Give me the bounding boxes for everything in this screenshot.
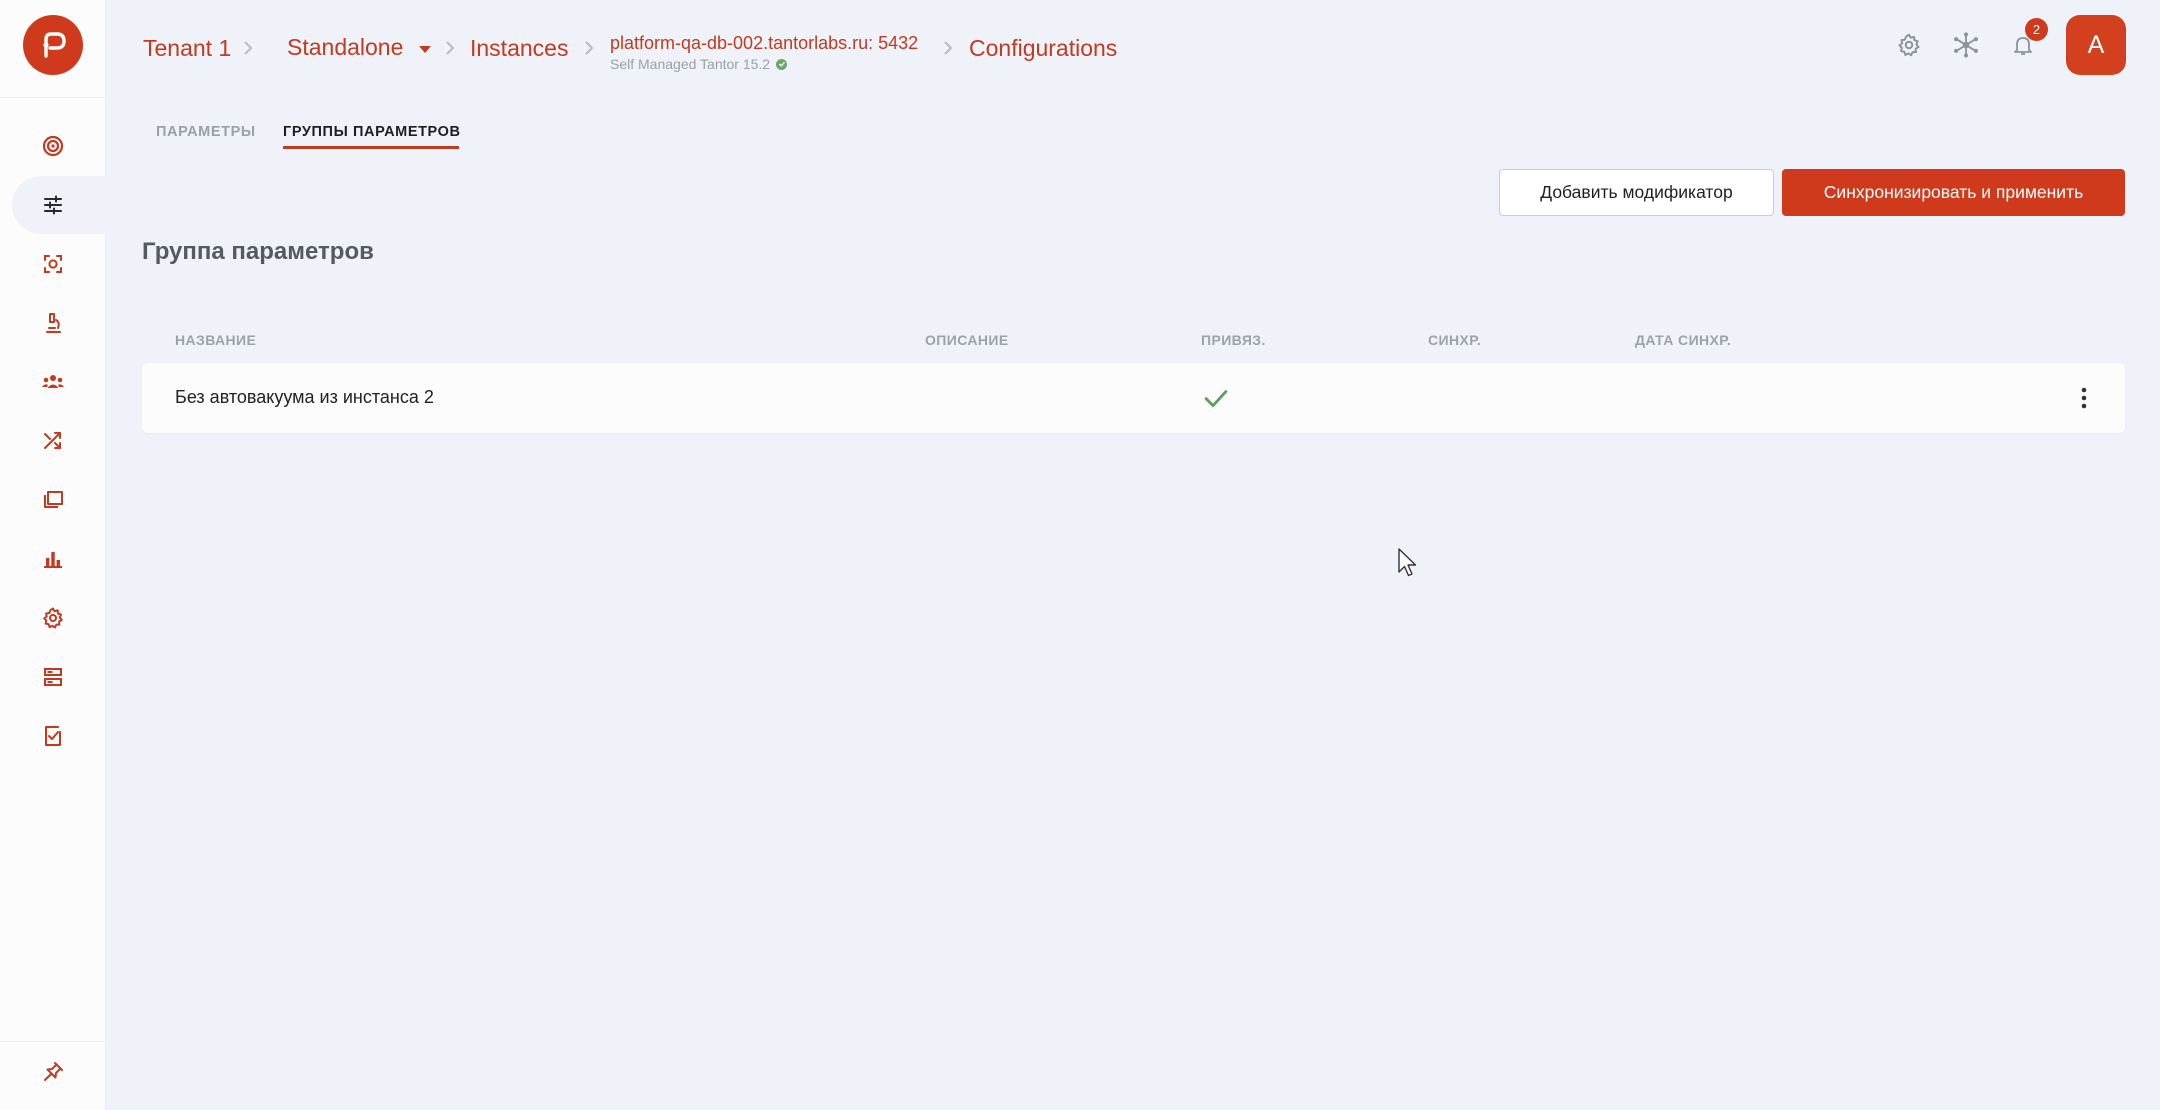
sidebar-item-checklist[interactable] (12, 707, 106, 765)
shuffle-icon (44, 432, 61, 449)
folders-icon (44, 491, 63, 508)
breadcrumb-instance[interactable]: platform-qa-db-002.tantorlabs.ru: 5432 (610, 33, 918, 54)
scan-icon (44, 255, 62, 273)
settings-icon[interactable] (1891, 27, 1927, 63)
table-row[interactable]: Без автовакуума из инстанса 2 (142, 363, 2125, 433)
row-name: Без автовакуума из инстанса 2 (175, 387, 434, 407)
logo-icon[interactable] (23, 15, 83, 75)
instance-version-label: Self Managed Tantor 15.2 (610, 56, 771, 72)
avatar[interactable]: A (2066, 15, 2126, 75)
sidebar-item-charts[interactable] (12, 530, 106, 588)
sidebar-divider (0, 1041, 106, 1042)
sidebar-item-configurations[interactable] (12, 176, 106, 234)
sidebar-item-analysis[interactable] (12, 294, 106, 352)
instance-version: Self Managed Tantor 15.2 (610, 56, 788, 72)
microscope-icon (46, 313, 61, 333)
check-icon (1204, 390, 1228, 407)
chevron-right-icon (244, 41, 253, 55)
column-header-synced[interactable]: СИНХР. (1428, 332, 1481, 348)
sidebar-item-servers[interactable] (12, 648, 106, 706)
bar-chart-icon (44, 552, 62, 568)
row-menu-icon[interactable] (2069, 383, 2099, 413)
sidebar (0, 0, 106, 1110)
caret-down-icon (418, 45, 431, 53)
checklist-icon (45, 726, 61, 746)
target-icon (42, 135, 64, 157)
status-ok-icon (776, 58, 788, 70)
page-title: Группа параметров (142, 238, 374, 265)
column-header-bound[interactable]: ПРИВЯЗ. (1201, 332, 1266, 348)
column-header-sync-date[interactable]: ДАТА СИНХР. (1635, 332, 1731, 348)
chevron-right-icon (585, 41, 594, 55)
server-icon (44, 668, 62, 686)
column-header-description[interactable]: ОПИСАНИЕ (925, 332, 1009, 348)
sidebar-divider (0, 97, 106, 98)
network-icon[interactable] (1948, 27, 1984, 63)
mouse-cursor-icon (1398, 548, 1417, 577)
breadcrumb-tenant[interactable]: Tenant 1 (143, 35, 231, 62)
chevron-right-icon (446, 41, 455, 55)
breadcrumb-configurations[interactable]: Configurations (969, 35, 1117, 62)
column-header-name[interactable]: НАЗВАНИЕ (175, 332, 256, 348)
sidebar-item-target[interactable] (12, 117, 106, 175)
sliders-icon (44, 195, 62, 215)
sidebar-item-settings[interactable] (12, 589, 106, 647)
tab-parameter-groups[interactable]: ГРУППЫ ПАРАМЕТРОВ (283, 124, 461, 140)
users-icon (42, 375, 64, 388)
sidebar-item-scan[interactable] (12, 235, 106, 293)
breadcrumb-standalone[interactable]: Standalone (287, 34, 432, 61)
tab-parameters[interactable]: ПАРАМЕТРЫ (156, 124, 256, 140)
notification-badge: 2 (2025, 18, 2048, 41)
sidebar-item-users[interactable] (12, 353, 106, 411)
sidebar-item-folders[interactable] (12, 471, 106, 529)
breadcrumb-standalone-label: Standalone (287, 34, 404, 60)
active-tab-indicator (283, 146, 459, 149)
pin-icon[interactable] (38, 1057, 68, 1087)
gear-icon (43, 607, 63, 629)
chevron-right-icon (944, 41, 953, 55)
add-modifier-button[interactable]: Добавить модификатор (1499, 169, 1774, 216)
breadcrumb-instances[interactable]: Instances (470, 35, 568, 62)
sync-apply-button[interactable]: Синхронизировать и применить (1782, 169, 2125, 216)
sidebar-item-shuffle[interactable] (12, 412, 106, 470)
